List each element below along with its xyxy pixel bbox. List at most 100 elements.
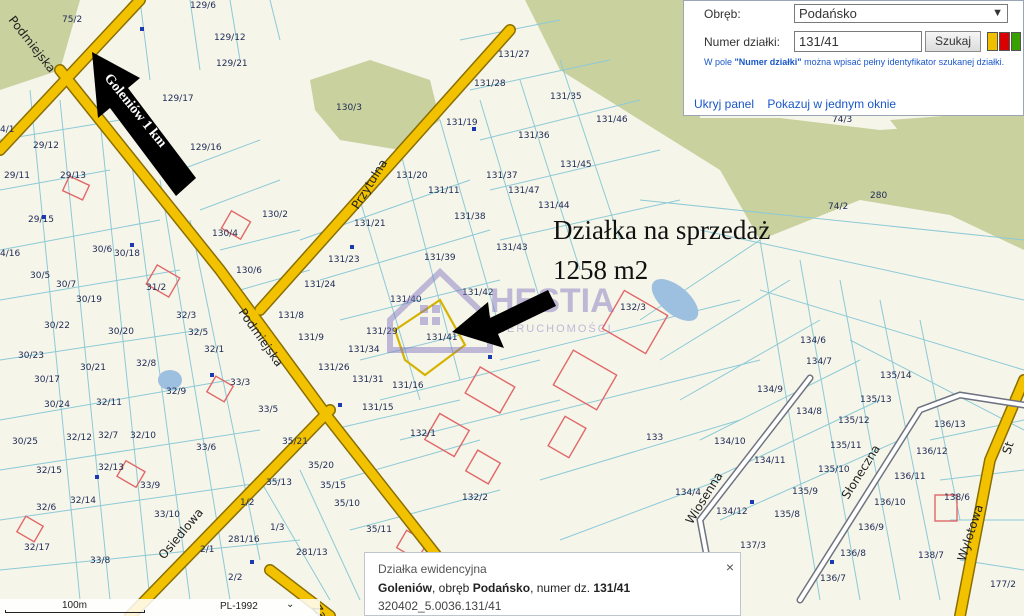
parcel-label: 131/35 [550, 92, 582, 102]
parcel-label: 136/10 [874, 498, 906, 508]
parcel-label: 136/13 [934, 420, 966, 430]
numer-dzialki-input[interactable]: 131/41 [794, 31, 922, 52]
parcel-label: 29/12 [33, 141, 59, 151]
parcel-label: 129/21 [216, 59, 248, 69]
parcel-label: 32/1 [204, 345, 224, 355]
color-swatch-red[interactable] [999, 32, 1010, 51]
parcel-label: 35/10 [334, 499, 360, 509]
parcel-label: 131/31 [352, 375, 384, 385]
parcel-label: 32/17 [24, 543, 50, 553]
map-status-bar: 100m PL-1992 ⌄ [0, 599, 320, 616]
parcel-label: 280 [870, 191, 887, 201]
parcel-label: 33/9 [140, 481, 160, 491]
parcel-label: 32/3 [176, 311, 196, 321]
show-single-window-link[interactable]: Pokazuj w jednym oknie [767, 97, 896, 111]
parcel-label: 74/3 [832, 115, 852, 125]
parcel-label: 4/16 [0, 249, 20, 259]
parcel-label: 131/28 [474, 79, 506, 89]
parcel-label: 33/10 [154, 510, 180, 520]
search-hint: W pole "Numer działki" można wpisać pełn… [704, 57, 1005, 67]
parcel-label: 130/4 [212, 229, 238, 239]
obreb-select[interactable]: Podańsko ▼ [794, 4, 1008, 23]
parcel-label: 133 [646, 433, 663, 443]
parcel-label: 32/12 [66, 433, 92, 443]
parcel-label: 131/39 [424, 253, 456, 263]
parcel-label: 134/10 [714, 437, 746, 447]
parcel-label: 132/2 [462, 493, 488, 503]
parcel-label: 33/6 [196, 443, 216, 453]
parcel-label: 136/8 [840, 549, 866, 559]
parcel-label: 32/6 [36, 503, 56, 513]
parcel-search-panel: Obręb: Podańsko ▼ Numer działki: 131/41 … [683, 0, 1024, 116]
parcel-label: 33/8 [90, 556, 110, 566]
sale-area: 1258 m2 [553, 255, 649, 285]
popup-identifier: 320402_5.0036.131/41 [378, 599, 502, 613]
parcel-label: 129/12 [214, 33, 246, 43]
parcel-label: 131/47 [508, 186, 540, 196]
parcel-label: 35/11 [366, 525, 392, 535]
parcel-label: 35/21 [282, 437, 308, 447]
parcel-label: 131/29 [366, 327, 398, 337]
parcel-label: 135/8 [774, 510, 800, 520]
parcel-label: 136/9 [858, 523, 884, 533]
parcel-label: 131/26 [318, 363, 350, 373]
parcel-label: 32/15 [36, 466, 62, 476]
parcel-label: 131/41 [426, 333, 458, 343]
search-button[interactable]: Szukaj [925, 31, 981, 52]
parcel-label: 135/12 [838, 416, 870, 426]
parcel-label: 30/21 [80, 363, 106, 373]
parcel-info-popup: Działka ewidencyjna Goleniów, obręb Poda… [364, 552, 741, 616]
parcel-label: 30/5 [30, 271, 50, 281]
parcel-label: 31/2 [146, 283, 166, 293]
parcel-label: 132/3 [620, 303, 646, 313]
parcel-label: 4/1 [0, 125, 14, 135]
parcel-label: 32/5 [188, 328, 208, 338]
parcel-label: 131/16 [392, 381, 424, 391]
parcel-label: 30/25 [12, 437, 38, 447]
close-icon[interactable]: × [726, 559, 734, 575]
parcel-label: 1/3 [270, 523, 284, 533]
parcel-label: 32/11 [96, 398, 122, 408]
parcel-label: 135/11 [830, 441, 862, 451]
parcel-label: 130/2 [262, 210, 288, 220]
color-swatch-yellow[interactable] [987, 32, 998, 51]
parcel-label: 32/10 [130, 431, 156, 441]
parcel-label: 129/16 [190, 143, 222, 153]
parcel-label: 131/37 [486, 171, 518, 181]
parcel-label: 33/5 [258, 405, 278, 415]
parcel-label: 131/24 [304, 280, 336, 290]
parcel-label: 135/14 [880, 371, 912, 381]
parcel-label: 131/9 [298, 333, 324, 343]
parcel-label: 281/13 [296, 548, 328, 558]
parcel-label: 136/12 [916, 447, 948, 457]
parcel-label: 136/11 [894, 472, 926, 482]
parcel-label: 135/13 [860, 395, 892, 405]
parcel-label: 30/18 [114, 249, 140, 259]
parcel-label: 131/15 [362, 403, 394, 413]
parcel-label: 134/11 [754, 456, 786, 466]
parcel-label: 135/10 [818, 465, 850, 475]
parcel-label: 131/11 [428, 186, 460, 196]
parcel-label: 2/1 [200, 545, 214, 555]
parcel-label: 129/6 [190, 1, 216, 11]
parcel-label: 134/9 [757, 385, 783, 395]
parcel-label: 131/46 [596, 115, 628, 125]
parcel-label: 131/27 [498, 50, 530, 60]
parcel-label: 131/44 [538, 201, 570, 211]
projection-select[interactable]: PL-1992 [220, 601, 258, 612]
hide-panel-link[interactable]: Ukryj panel [694, 97, 754, 111]
parcel-label: 134/8 [796, 407, 822, 417]
parcel-label: 30/23 [18, 351, 44, 361]
parcel-label: 30/20 [108, 327, 134, 337]
parcel-label: 1/2 [240, 498, 254, 508]
parcel-label: 131/45 [560, 160, 592, 170]
parcel-label: 138/7 [918, 551, 944, 561]
parcel-label: 30/7 [56, 280, 76, 290]
parcel-label: 35/13 [266, 478, 292, 488]
parcel-label: 32/7 [98, 431, 118, 441]
parcel-label: 131/36 [518, 131, 550, 141]
parcel-label: 131/34 [348, 345, 380, 355]
parcel-label: 134/12 [716, 507, 748, 517]
parcel-label: 75/2 [62, 15, 82, 25]
color-swatch-green[interactable] [1011, 32, 1021, 51]
